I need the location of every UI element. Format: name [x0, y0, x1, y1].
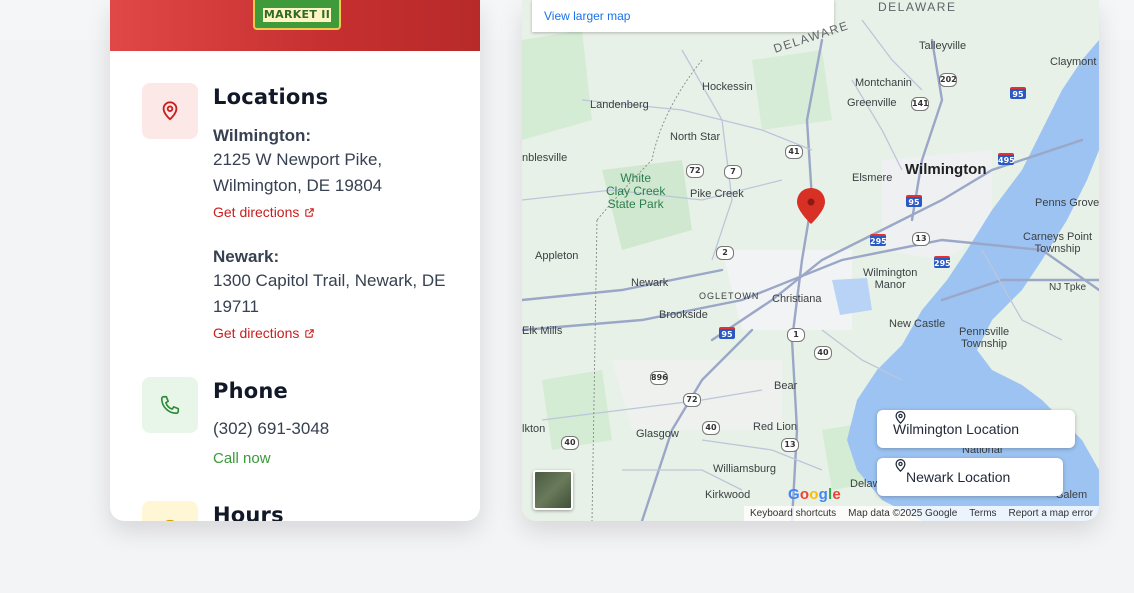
route-shield: 40 — [702, 421, 720, 435]
map-label: Landenberg — [590, 99, 649, 111]
map-label: DELAWARE — [878, 0, 957, 14]
map-label: Elk Mills — [522, 325, 563, 337]
route-shield: 7 — [724, 165, 742, 179]
map-label: NJ Tpke — [1049, 282, 1087, 293]
location-pin-icon — [895, 458, 906, 472]
route-shield: 72 — [686, 164, 704, 178]
map-label: OGLETOWN — [699, 291, 760, 301]
map-label: Brookside — [659, 309, 708, 321]
call-now-link[interactable]: Call now — [213, 450, 271, 467]
location-address-wilmington: 2125 W Newport Pike, Wilmington, DE 1980… — [213, 150, 383, 195]
store-logo[interactable]: MARKET II — [253, 0, 341, 30]
map-label: lkton — [522, 423, 546, 435]
map-label: Montchanin — [855, 77, 912, 89]
external-link-icon — [305, 328, 315, 338]
google-map[interactable]: View larger map DELAWARE DELAWARE Talley… — [522, 0, 1099, 521]
get-directions-wilmington-link[interactable]: Get directions — [213, 204, 315, 220]
map-label: Glasgow — [636, 428, 679, 440]
map-label: Pike Creek — [690, 188, 744, 200]
wilmington-location-button[interactable]: Wilmington Location — [877, 410, 1075, 448]
route-shield: 72 — [683, 393, 701, 407]
newark-location-label: Newark Location — [906, 469, 1011, 485]
map-label: Kirkwood — [705, 489, 751, 501]
map-label: Wilmington Manor — [863, 267, 918, 291]
map-label: New Castle — [889, 318, 946, 330]
route-shield: 13 — [912, 232, 930, 246]
map-label: Claymont — [1050, 56, 1097, 68]
route-shield: 202 — [939, 73, 957, 87]
map-label: Hockessin — [702, 81, 753, 93]
contact-card: MARKET II Locations Wilmington: 2125 W N… — [110, 0, 480, 521]
route-shield: 40 — [814, 346, 832, 360]
location-city-wilmington: Wilmington: — [213, 126, 312, 145]
satellite-toggle-button[interactable] — [533, 470, 573, 510]
route-shield: 495 — [998, 153, 1015, 165]
locations-title: Locations — [213, 85, 329, 109]
map-label: Pennsville Township — [959, 326, 1010, 350]
terms-link[interactable]: Terms — [969, 508, 996, 519]
map-label: Talleyville — [919, 40, 967, 52]
route-shield: 95 — [906, 195, 922, 207]
map-label: Delaw — [850, 478, 881, 490]
card-banner: MARKET II — [110, 0, 480, 51]
view-larger-map-link[interactable]: View larger map — [532, 0, 834, 32]
map-label: Bear — [774, 380, 798, 392]
get-directions-label: Get directions — [213, 204, 300, 220]
get-directions-newark-link[interactable]: Get directions — [213, 325, 315, 341]
route-shield: 295 — [870, 234, 887, 246]
clock-icon — [142, 501, 198, 521]
map-label-park: White Clay Creek State Park — [606, 171, 666, 211]
location-pin-icon — [142, 83, 198, 139]
logo-text: MARKET II — [263, 8, 331, 22]
phone-icon — [142, 377, 198, 433]
google-logo: Google — [788, 486, 841, 503]
map-label: Greenville — [847, 97, 897, 109]
keyboard-shortcuts-link[interactable]: Keyboard shortcuts — [750, 508, 836, 519]
map-label: Carneys Point Township — [1023, 231, 1093, 255]
map-attribution-bar: Keyboard shortcuts Map data ©2025 Google… — [744, 506, 1099, 521]
map-label: North Star — [670, 131, 721, 143]
route-shield: 2 — [716, 246, 734, 260]
phone-number: (302) 691-3048 — [213, 419, 330, 438]
map-data-text: Map data ©2025 Google — [848, 508, 958, 519]
location-pin-icon — [895, 410, 906, 424]
map-label: Christiana — [772, 293, 822, 305]
route-shield: 95 — [719, 327, 735, 339]
route-shield: 40 — [561, 436, 579, 450]
map-label-city: Wilmington — [905, 161, 987, 178]
report-error-link[interactable]: Report a map error — [1009, 508, 1093, 519]
phone-title: Phone — [213, 379, 288, 403]
wilmington-location-label: Wilmington Location — [893, 421, 1020, 437]
map-label: Appleton — [535, 250, 579, 262]
get-directions-label: Get directions — [213, 325, 300, 341]
route-shield: 896 — [650, 371, 668, 385]
route-shield: 141 — [911, 97, 929, 111]
map-label: Williamsburg — [713, 463, 776, 475]
map-label: Elsmere — [852, 172, 893, 184]
route-shield: 13 — [781, 438, 799, 452]
route-shield: 295 — [934, 256, 951, 268]
external-link-icon — [305, 207, 315, 217]
map-label: Newark — [631, 277, 669, 289]
route-shield: 95 — [1010, 87, 1026, 99]
route-shield: 41 — [785, 145, 803, 159]
hours-title: Hours — [213, 503, 284, 521]
map-label: Penns Grove — [1035, 197, 1099, 209]
newark-location-button[interactable]: Newark Location — [877, 458, 1063, 496]
route-shield: 1 — [787, 328, 805, 342]
location-city-newark: Newark: — [213, 247, 280, 266]
location-address-newark: 1300 Capitol Trail, Newark, DE 19711 — [213, 271, 446, 316]
map-label: Red Lion — [753, 421, 798, 433]
map-label: nblesville — [522, 152, 568, 164]
